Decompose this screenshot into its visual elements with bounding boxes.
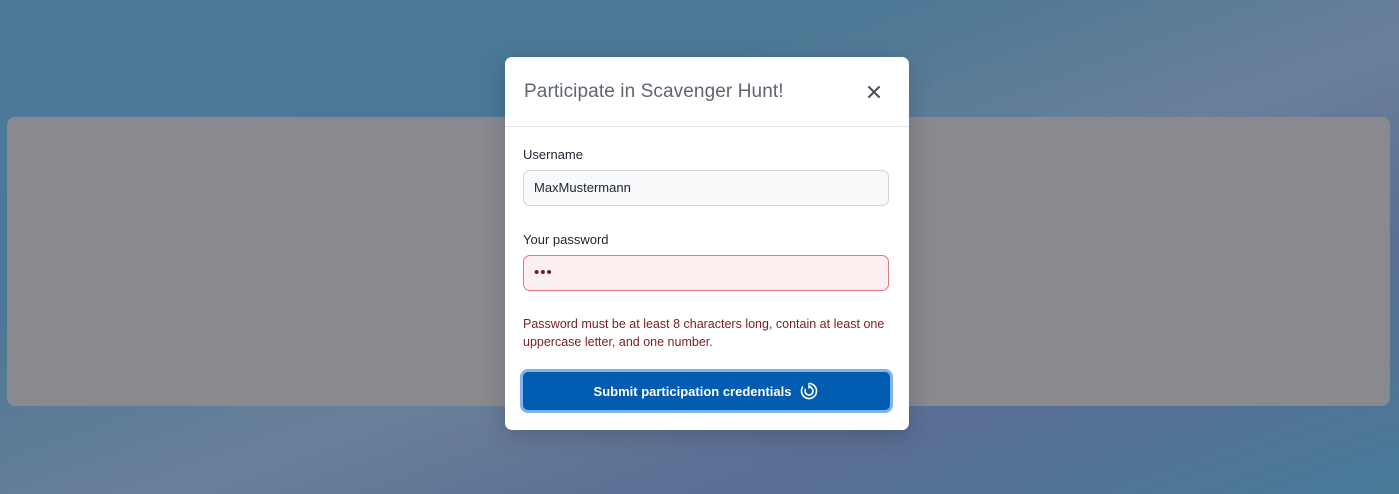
password-input[interactable] — [523, 255, 889, 291]
close-button[interactable] — [863, 81, 885, 103]
submit-button[interactable]: Submit participation credentials — [520, 369, 893, 413]
username-input[interactable] — [523, 170, 889, 206]
password-error-message: Password must be at least 8 characters l… — [523, 317, 885, 349]
dialog-title: Participate in Scavenger Hunt! — [524, 81, 784, 102]
password-label: Your password — [523, 232, 609, 247]
loading-spinner-icon — [801, 382, 818, 400]
dialog-header: Participate in Scavenger Hunt! — [505, 57, 909, 127]
close-icon — [868, 86, 880, 98]
participation-dialog: Participate in Scavenger Hunt! Username … — [505, 57, 909, 430]
username-label: Username — [523, 147, 583, 162]
submit-button-label: Submit participation credentials — [593, 383, 792, 399]
